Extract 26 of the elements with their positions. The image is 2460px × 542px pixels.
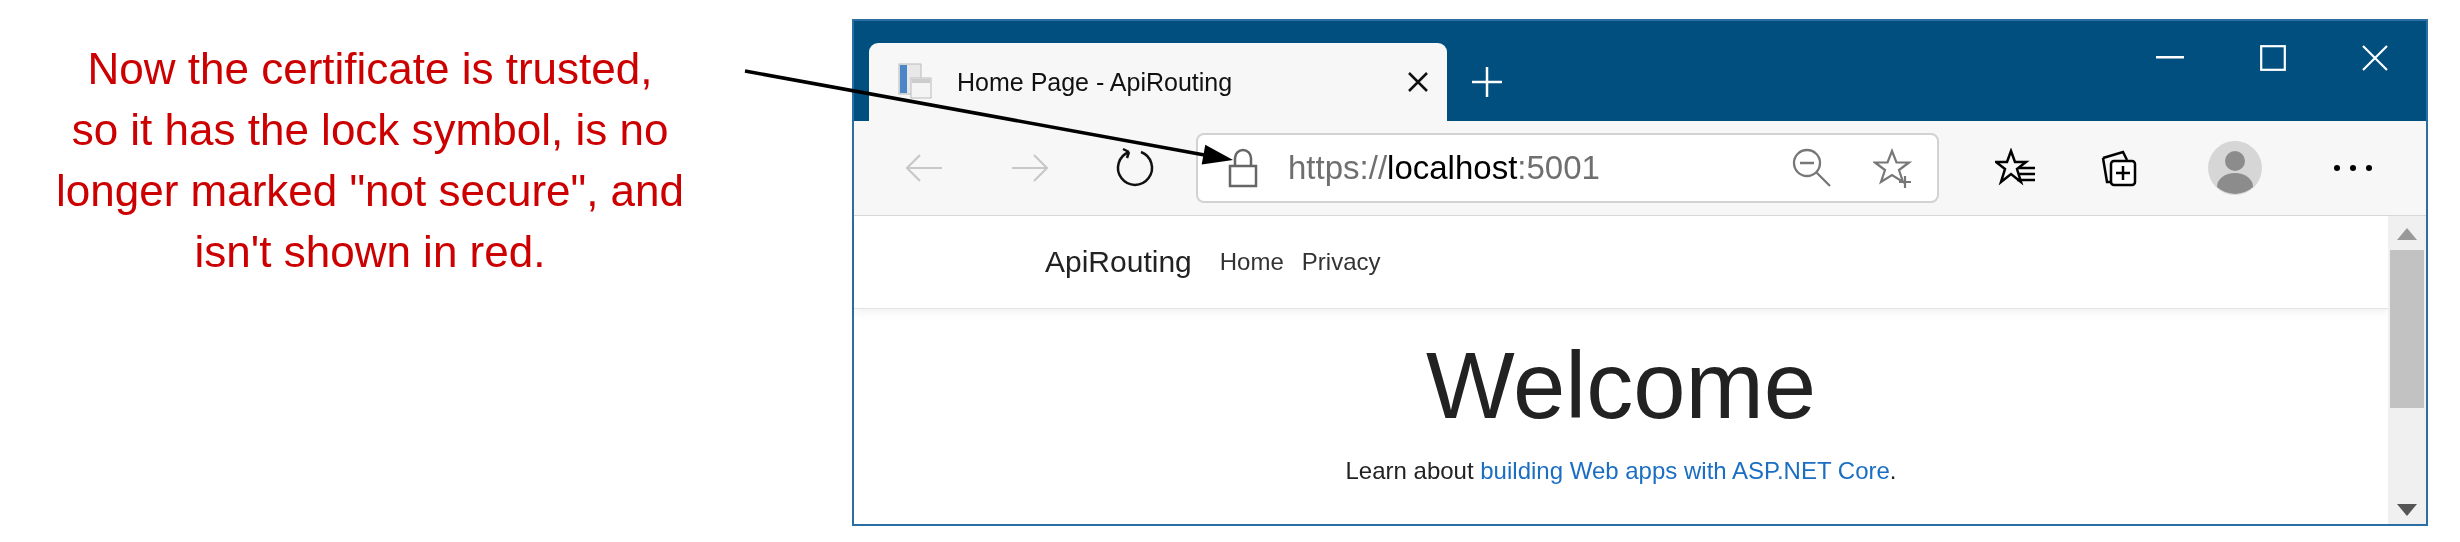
close-icon[interactable] [2362,45,2388,71]
refresh-icon[interactable] [1114,147,1156,189]
page-heading: Welcome [1424,332,1817,440]
zoom-out-icon[interactable] [1791,147,1833,189]
more-icon[interactable] [2333,164,2373,172]
scrollbar-thumb[interactable] [2390,250,2424,408]
new-tab-icon[interactable] [1471,66,1503,98]
close-tab-icon[interactable] [1407,71,1429,93]
annotation-text: Now the certificate is trusted, so it has the lock symbol, is no longer marked "not secure", and isn't shown in red. [55,43,685,278]
scroll-down-icon[interactable] [2397,504,2417,516]
browser-tab[interactable]: Home Page - ApiRouting [869,43,1447,121]
maximize-icon[interactable] [2260,45,2286,71]
avatar-icon[interactable] [2207,140,2263,196]
minimize-icon[interactable] [2156,56,2184,60]
lock-icon[interactable] [1228,148,1258,188]
nav-link[interactable]: Privacy [1301,248,1381,276]
scrollbar[interactable] [2388,216,2426,524]
collections-icon[interactable] [2099,148,2139,188]
intro-text: Learn about building Web apps with ASP.NET Core. [1344,457,1898,485]
favorites-icon[interactable] [1995,148,2037,188]
star-add-icon[interactable] [1873,148,1915,188]
address-bar[interactable]: https://localhost:5001 [1196,133,1939,203]
site-brand[interactable]: ApiRouting [1045,245,1192,279]
nav-link[interactable]: Home [1219,248,1284,276]
docs-link[interactable]: building Web apps with ASP.NET Core [1480,457,1890,484]
page-icon [897,62,935,102]
